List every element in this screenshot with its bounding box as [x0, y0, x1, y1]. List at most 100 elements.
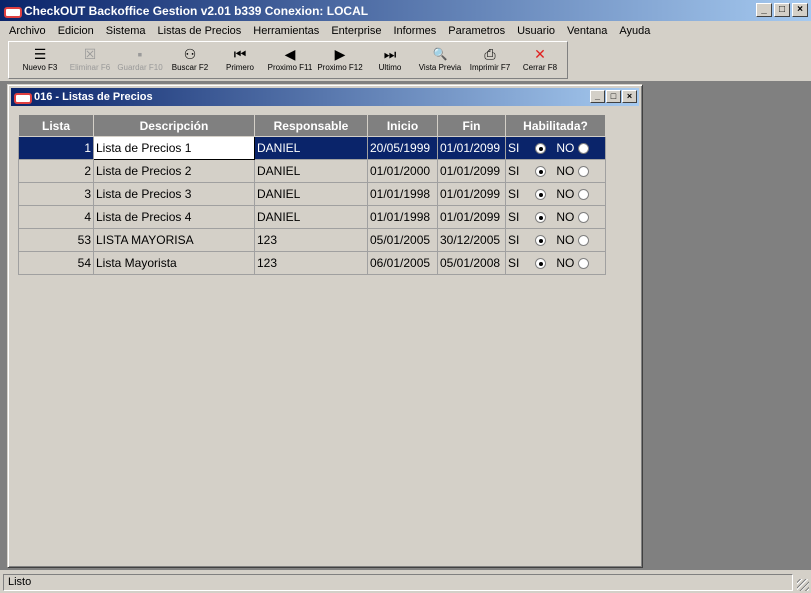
menu-informes[interactable]: Informes — [387, 25, 442, 37]
table-row[interactable]: 2 Lista de Precios 2 DANIEL 01/01/2000 01/01… — [18, 159, 606, 183]
toolbar-button-primero[interactable]: ⏮ Primero — [215, 42, 265, 78]
maximize-button[interactable]: □ — [774, 3, 790, 17]
table-row[interactable]: 54 Lista Mayorista 123 06/01/2005 05/01/2008… — [18, 251, 606, 275]
close-button[interactable]: × — [792, 3, 808, 17]
toolbar-label: Guardar F10 — [117, 63, 163, 72]
cell-lista[interactable]: 53 — [18, 228, 94, 252]
price-list-grid: Lista Descripción Responsable Inicio Fin Habi… — [18, 114, 606, 275]
cell-fin[interactable]: 01/01/2099 — [437, 159, 506, 183]
no-radio[interactable] — [578, 142, 590, 154]
menu-usuario[interactable]: Usuario — [511, 25, 561, 37]
toolbar-button-proximo-f11[interactable]: ◀ Proximo F11 — [265, 42, 315, 78]
menu-ayuda[interactable]: Ayuda — [613, 25, 656, 37]
cell-fin[interactable]: 01/01/2099 — [437, 136, 506, 160]
cell-inicio[interactable]: 01/01/1998 — [367, 205, 438, 229]
menu-listas-de-precios[interactable]: Listas de Precios — [152, 25, 248, 37]
cell-inicio[interactable]: 20/05/1999 — [367, 136, 438, 160]
resize-grip[interactable] — [797, 579, 809, 591]
toolbar-button-proximo-f12[interactable]: ▶ Proximo F12 — [315, 42, 365, 78]
si-label: SI — [508, 187, 520, 201]
grid-area: Lista Descripción Responsable Inicio Fin Habi… — [18, 114, 636, 559]
cell-lista[interactable]: 1 — [18, 136, 94, 160]
si-radio[interactable] — [535, 257, 547, 269]
column-header-3[interactable]: Inicio — [367, 114, 438, 137]
si-radio[interactable] — [535, 142, 547, 154]
menu-parametros[interactable]: Parametros — [442, 25, 511, 37]
toolbar-button-buscar-f2[interactable]: ⚇ Buscar F2 — [165, 42, 215, 78]
menu-enterprise[interactable]: Enterprise — [325, 25, 387, 37]
si-radio[interactable] — [535, 211, 547, 223]
cell-habilitada: SI NO — [505, 205, 606, 229]
cell-responsable[interactable]: 123 — [254, 228, 368, 252]
toolbar-label: Nuevo F3 — [22, 63, 58, 72]
cell-descripcion[interactable]: Lista de Precios 3 — [93, 182, 255, 206]
no-radio[interactable] — [578, 257, 590, 269]
cell-lista[interactable]: 4 — [18, 205, 94, 229]
table-row[interactable]: 3 Lista de Precios 3 DANIEL 01/01/1998 01/01… — [18, 182, 606, 206]
cell-fin[interactable]: 05/01/2008 — [437, 251, 506, 275]
cell-responsable[interactable]: 123 — [254, 251, 368, 275]
no-label: NO — [556, 233, 575, 247]
table-row[interactable]: 1 Lista de Precios 1 DANIEL 20/05/1999 01/01… — [18, 136, 606, 160]
cell-responsable[interactable]: DANIEL — [254, 182, 368, 206]
no-radio[interactable] — [578, 234, 590, 246]
toolbar-button-ultimo[interactable]: ⏭ Ultimo — [365, 42, 415, 78]
column-header-2[interactable]: Responsable — [254, 114, 368, 137]
menu-sistema[interactable]: Sistema — [100, 25, 152, 37]
cell-descripcion[interactable]: Lista de Precios 1 — [93, 136, 255, 160]
no-radio[interactable] — [578, 188, 590, 200]
toolbar-label: Proximo F12 — [317, 63, 363, 72]
cell-responsable[interactable]: DANIEL — [254, 159, 368, 183]
menu-ventana[interactable]: Ventana — [561, 25, 613, 37]
first-icon: ⏮ — [233, 45, 247, 62]
cell-descripcion[interactable]: Lista de Precios 2 — [93, 159, 255, 183]
no-radio[interactable] — [578, 211, 590, 223]
child-maximize-button[interactable]: □ — [606, 90, 621, 103]
new-list-icon: ☰ — [33, 45, 47, 62]
si-radio[interactable] — [535, 165, 547, 177]
column-header-0[interactable]: Lista — [18, 114, 94, 137]
menu-herramientas[interactable]: Herramientas — [247, 25, 325, 37]
si-radio[interactable] — [535, 234, 547, 246]
column-header-5[interactable]: Habilitada? — [505, 114, 606, 137]
cell-inicio[interactable]: 06/01/2005 — [367, 251, 438, 275]
cell-inicio[interactable]: 01/01/1998 — [367, 182, 438, 206]
toolbar-label: Proximo F11 — [267, 63, 313, 72]
cell-habilitada: SI NO — [505, 182, 606, 206]
cell-responsable[interactable]: DANIEL — [254, 205, 368, 229]
cell-fin[interactable]: 30/12/2005 — [437, 228, 506, 252]
cell-fin[interactable]: 01/01/2099 — [437, 205, 506, 229]
toolbar-button-guardar-f10[interactable]: ▪ Guardar F10 — [115, 42, 165, 78]
minimize-button[interactable]: _ — [756, 3, 772, 17]
cell-habilitada: SI NO — [505, 136, 606, 160]
table-row[interactable]: 53 LISTA MAYORISA 123 05/01/2005 30/12/2005 S… — [18, 228, 606, 252]
child-app-icon — [14, 91, 32, 104]
toolbar-button-cerrar-f8[interactable]: ✕ Cerrar F8 — [515, 42, 565, 78]
cell-lista[interactable]: 54 — [18, 251, 94, 275]
no-label: NO — [556, 256, 575, 270]
column-header-1[interactable]: Descripción — [93, 114, 255, 137]
table-row[interactable]: 4 Lista de Precios 4 DANIEL 01/01/1998 01/01… — [18, 205, 606, 229]
cell-fin[interactable]: 01/01/2099 — [437, 182, 506, 206]
toolbar-button-vista-previa[interactable]: 🔍 Vista Previa — [415, 42, 465, 78]
cell-descripcion[interactable]: Lista Mayorista — [93, 251, 255, 275]
no-radio[interactable] — [578, 165, 590, 177]
cell-lista[interactable]: 3 — [18, 182, 94, 206]
toolbar-button-imprimir-f7[interactable]: ⎙ Imprimir F7 — [465, 42, 515, 78]
si-radio[interactable] — [535, 188, 547, 200]
cell-inicio[interactable]: 01/01/2000 — [367, 159, 438, 183]
si-label: SI — [508, 210, 520, 224]
cell-responsable[interactable]: DANIEL — [254, 136, 368, 160]
cell-lista[interactable]: 2 — [18, 159, 94, 183]
child-close-button[interactable]: × — [622, 90, 637, 103]
cell-descripcion[interactable]: Lista de Precios 4 — [93, 205, 255, 229]
menu-edicion[interactable]: Edicion — [52, 25, 100, 37]
cell-descripcion[interactable]: LISTA MAYORISA — [93, 228, 255, 252]
toolbar-button-nuevo-f3[interactable]: ☰ Nuevo F3 — [15, 42, 65, 78]
no-label: NO — [556, 141, 575, 155]
cell-inicio[interactable]: 05/01/2005 — [367, 228, 438, 252]
menu-archivo[interactable]: Archivo — [3, 25, 52, 37]
column-header-4[interactable]: Fin — [437, 114, 506, 137]
toolbar-button-eliminar-f6[interactable]: ☒ Eliminar F6 — [65, 42, 115, 78]
child-minimize-button[interactable]: _ — [590, 90, 605, 103]
